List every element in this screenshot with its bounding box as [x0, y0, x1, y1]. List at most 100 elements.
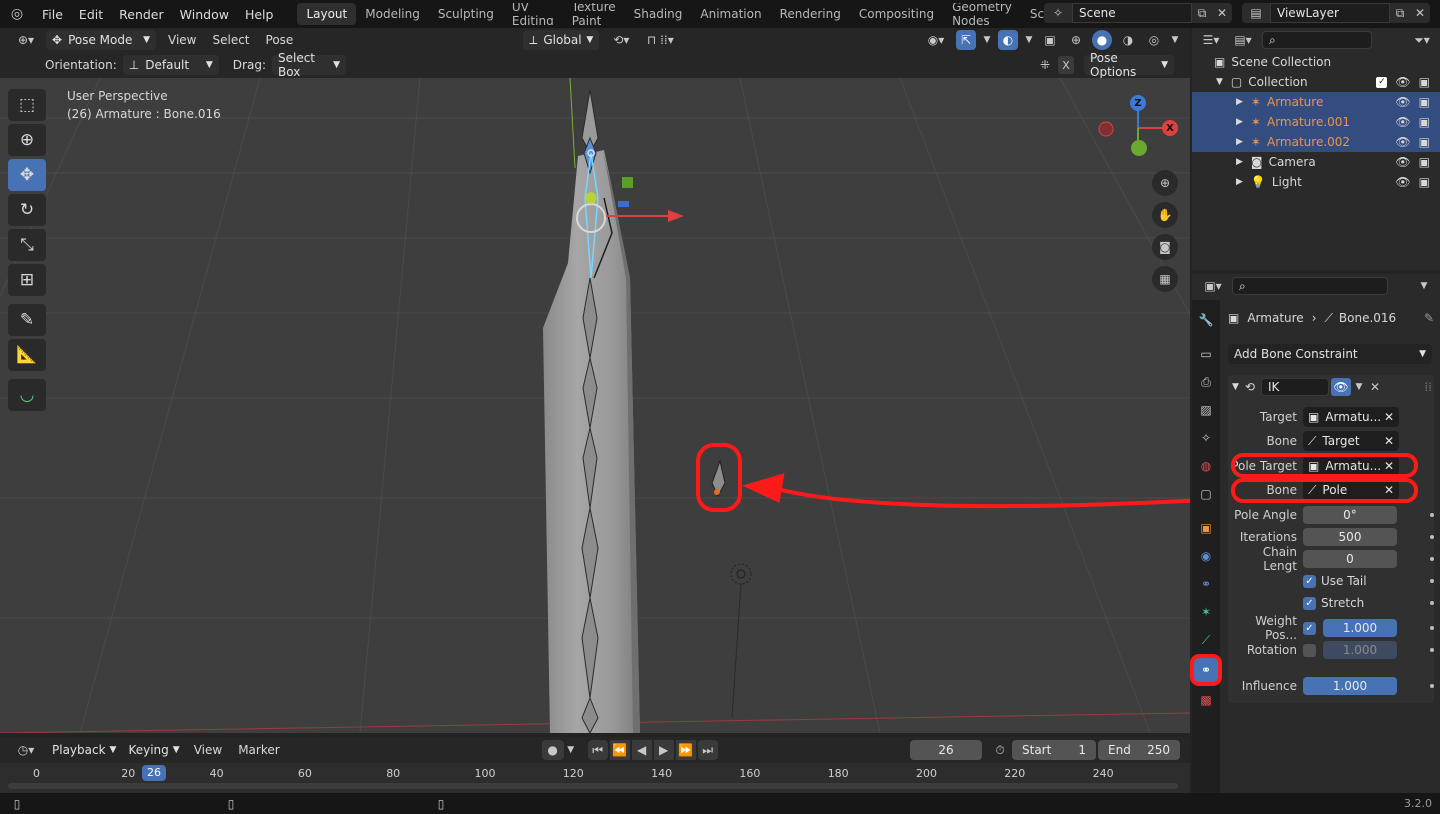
- keyframe-dot-icon[interactable]: [1430, 684, 1434, 688]
- start-frame-field[interactable]: Start 1: [1012, 740, 1096, 760]
- weight-position-field[interactable]: 1.000: [1323, 619, 1397, 637]
- playhead-marker[interactable]: 26: [142, 765, 166, 781]
- expand-right-icon[interactable]: ▶: [1236, 177, 1243, 187]
- xray-icon[interactable]: ▣: [1040, 33, 1060, 47]
- rendered-shading-icon[interactable]: ◎: [1144, 33, 1164, 47]
- new-view-layer-icon[interactable]: ⧉: [1390, 3, 1410, 23]
- mode-dropdown[interactable]: ✥ Pose Mode ▼: [46, 30, 156, 50]
- x-axis-ball[interactable]: X: [1162, 120, 1178, 136]
- select-box-tool[interactable]: ⬚: [8, 89, 46, 121]
- armature-data-tab-icon[interactable]: ✶: [1201, 602, 1211, 622]
- tab-animation[interactable]: Animation: [691, 3, 770, 25]
- keyframe-dot-icon[interactable]: [1430, 579, 1434, 583]
- physics-tab-icon[interactable]: ◉: [1201, 546, 1211, 566]
- timeline-scrollbar[interactable]: [8, 783, 1178, 789]
- eye-icon[interactable]: 👁: [1395, 115, 1410, 129]
- scale-tool[interactable]: ⤡: [8, 229, 46, 261]
- mirror-icon[interactable]: ⁜: [1036, 58, 1054, 72]
- collection-tab-icon[interactable]: ▢: [1200, 484, 1211, 504]
- z-axis-ball[interactable]: Z: [1130, 95, 1146, 111]
- keyframe-dot-icon[interactable]: [1430, 513, 1434, 517]
- tab-rendering[interactable]: Rendering: [771, 3, 850, 25]
- gizmo-icon[interactable]: ⇱: [956, 30, 976, 50]
- delete-scene-icon[interactable]: ✕: [1212, 3, 1232, 23]
- navigation-gizmo[interactable]: Z X: [1096, 94, 1182, 174]
- camera-render-icon[interactable]: ▣: [1419, 95, 1430, 109]
- expand-right-icon[interactable]: ▶: [1236, 117, 1243, 127]
- bone-constraint-tab-icon[interactable]: ⚭: [1194, 658, 1218, 682]
- marker-menu[interactable]: Marker: [238, 743, 279, 757]
- texture-tab-icon[interactable]: ▩: [1200, 690, 1211, 710]
- keying-menu[interactable]: Keying ▼: [122, 740, 185, 760]
- tab-texture-paint[interactable]: Texture Paint: [563, 3, 625, 25]
- menu-file[interactable]: File: [34, 7, 71, 22]
- camera-render-icon[interactable]: ▣: [1419, 135, 1430, 149]
- use-tail-checkbox[interactable]: ✓: [1303, 574, 1316, 588]
- camera-render-icon[interactable]: ▣: [1419, 75, 1430, 89]
- editor-type-icon[interactable]: ⊕▾: [12, 33, 40, 47]
- tab-compositing[interactable]: Compositing: [850, 3, 943, 25]
- chevron-down-icon[interactable]: ▼: [1170, 35, 1180, 45]
- collection-checkbox[interactable]: ✓: [1376, 76, 1388, 88]
- menu-edit[interactable]: Edit: [71, 7, 111, 22]
- wireframe-shading-icon[interactable]: ⊕: [1066, 33, 1086, 47]
- chevron-down-icon[interactable]: ▼: [1416, 281, 1432, 291]
- target-bone-field[interactable]: ⟋ Target ✕: [1303, 431, 1399, 451]
- tab-shading[interactable]: Shading: [625, 3, 692, 25]
- drag-dropdown[interactable]: Select Box ▼: [271, 51, 346, 79]
- timeline-ruler[interactable]: 0 20 40 60 80 100 120 140 160 180 200 220 240 26: [0, 763, 1190, 793]
- 3d-viewport[interactable]: User Perspective (26) Armature : Bone.01…: [0, 78, 1190, 733]
- solid-shading-icon[interactable]: ●: [1092, 30, 1112, 50]
- breakdowner-tool[interactable]: ◡: [8, 379, 46, 411]
- camera-render-icon[interactable]: ▣: [1419, 115, 1430, 129]
- visibility-icon[interactable]: ◉▾: [922, 33, 950, 47]
- ortho-grid-icon[interactable]: ▦: [1152, 266, 1178, 292]
- eye-icon[interactable]: 👁: [1395, 155, 1410, 169]
- zoom-icon[interactable]: ⊕: [1152, 170, 1178, 196]
- camera-render-icon[interactable]: ▣: [1419, 175, 1430, 189]
- pan-hand-icon[interactable]: ✋: [1152, 202, 1178, 228]
- keyframe-dot-icon[interactable]: [1430, 601, 1434, 605]
- menu-view[interactable]: View: [168, 33, 196, 47]
- rotation-checkbox[interactable]: [1303, 643, 1316, 657]
- render-tab-icon[interactable]: ▭: [1200, 344, 1211, 364]
- transform-orientation-dropdown[interactable]: ⟂ Global ▼: [523, 30, 600, 50]
- prev-keyframe-icon[interactable]: ⏪: [609, 740, 630, 760]
- pose-options-dropdown[interactable]: Pose Options ▼: [1084, 51, 1174, 79]
- tab-geometry-nodes[interactable]: Geometry Nodes: [943, 3, 1021, 25]
- eye-icon[interactable]: 👁: [1395, 135, 1410, 149]
- outliner-search-input[interactable]: ⌕: [1262, 31, 1372, 49]
- orientation-dropdown[interactable]: ⊥ Default ▼: [122, 55, 219, 75]
- tool-tab-icon[interactable]: 🔧: [1199, 310, 1214, 330]
- record-icon[interactable]: ●: [541, 740, 564, 760]
- transform-tool[interactable]: ⊞: [8, 264, 46, 296]
- end-frame-field[interactable]: End 250: [1098, 740, 1180, 760]
- rotation-field[interactable]: 1.000: [1323, 641, 1397, 659]
- world-tab-icon[interactable]: ◍: [1201, 456, 1211, 476]
- menu-help[interactable]: Help: [237, 7, 282, 22]
- keyframe-dot-icon[interactable]: [1430, 535, 1434, 539]
- keyframe-dot-icon[interactable]: [1430, 648, 1434, 652]
- outliner-item[interactable]: ▶ ✶ Armature.002 👁 ▣: [1192, 132, 1440, 152]
- pin-icon[interactable]: ✎: [1424, 311, 1434, 325]
- scene-selector[interactable]: ✧ Scene ⧉ ✕: [1044, 3, 1232, 23]
- chevron-down-icon[interactable]: ▼: [1351, 382, 1367, 392]
- annotate-tool[interactable]: ✎: [8, 304, 46, 336]
- view-layer-selector[interactable]: ▤ ViewLayer ⧉ ✕: [1242, 3, 1430, 23]
- scene-collection-row[interactable]: ▣ Scene Collection: [1192, 52, 1440, 72]
- play-reverse-icon[interactable]: ◀: [631, 740, 652, 760]
- tab-modeling[interactable]: Modeling: [356, 3, 429, 25]
- scene-name-field[interactable]: Scene: [1072, 3, 1192, 23]
- outliner-item[interactable]: ▶ ◙ Camera 👁 ▣: [1192, 152, 1440, 172]
- iterations-field[interactable]: 500: [1303, 528, 1397, 546]
- target-field[interactable]: ▣ Armatu... ✕: [1303, 407, 1399, 427]
- eye-toggle-icon[interactable]: 👁: [1330, 378, 1351, 396]
- pivot-point-icon[interactable]: ⟲▾: [607, 33, 635, 47]
- jump-end-icon[interactable]: ⏭: [697, 740, 718, 760]
- pole-angle-field[interactable]: 0°: [1303, 506, 1397, 524]
- influence-field[interactable]: 1.000: [1303, 677, 1397, 695]
- collection-row[interactable]: ▼ ▢ Collection ✓ 👁 ▣: [1192, 72, 1440, 92]
- object-tab-icon[interactable]: ▣: [1200, 518, 1211, 538]
- collapse-down-icon[interactable]: ▼: [1232, 382, 1239, 392]
- object-constraint-tab-icon[interactable]: ⚭: [1201, 574, 1211, 594]
